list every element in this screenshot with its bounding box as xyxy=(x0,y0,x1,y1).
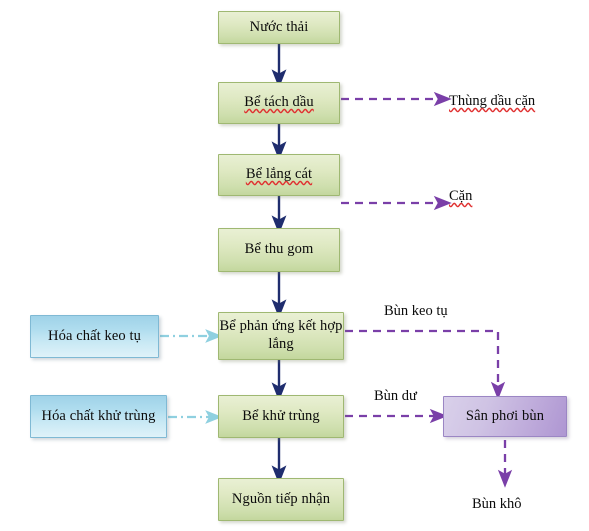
node-nguon-tiep-nhan[interactable]: Nguồn tiếp nhận xyxy=(218,478,344,521)
node-hoa-chat-keo-tu[interactable]: Hóa chất keo tụ xyxy=(30,315,159,358)
node-label: Bể lắng cát xyxy=(245,166,313,183)
edge-label-text: Thùng dầu cặn xyxy=(449,93,536,109)
edge-label-text: Bùn khô xyxy=(472,496,522,512)
node-be-lang-cat[interactable]: Bể lắng cát xyxy=(218,154,340,196)
node-label: Bể tách dầu xyxy=(244,94,314,111)
node-label: Bể phản ứng kết hợp lắng xyxy=(219,318,343,352)
node-label: Hóa chất khử trùng xyxy=(41,407,156,424)
node-label: Sân phơi bùn xyxy=(465,407,545,424)
edge-label-can: Cặn xyxy=(449,188,472,205)
edge-label-bun-keo-tu: Bùn keo tụ xyxy=(384,303,448,320)
node-label: Bể thu gom xyxy=(244,241,314,258)
node-label: Bể khử trùng xyxy=(242,407,320,424)
edge-label-bun-kho: Bùn khô xyxy=(472,496,522,513)
node-be-khu-trung[interactable]: Bể khử trùng xyxy=(218,395,344,438)
node-label: Nguồn tiếp nhận xyxy=(231,490,331,507)
node-be-tach-dau[interactable]: Bể tách dầu xyxy=(218,82,340,124)
node-san-phoi-bun[interactable]: Sân phơi bùn xyxy=(443,396,567,437)
edge-be-phan-ung-to-san-phoi-bun xyxy=(345,329,506,400)
edge-label-text: Bùn keo tụ xyxy=(384,303,448,319)
node-be-thu-gom[interactable]: Bể thu gom xyxy=(218,228,340,272)
edge-label-text: Bùn dư xyxy=(374,388,417,404)
process-flow-diagram: Nước thải Bể tách dầu Bể lắng cát Bể thu… xyxy=(0,0,589,531)
node-label: Nước thải xyxy=(249,18,309,35)
node-hoa-chat-khu-trung[interactable]: Hóa chất khử trùng xyxy=(30,395,167,438)
edge-label-thung-dau-can: Thùng dầu cặn xyxy=(449,93,535,110)
edge-label-text: Cặn xyxy=(449,188,473,204)
node-label: Hóa chất keo tụ xyxy=(48,327,141,344)
node-be-phan-ung-ket-hop-lang[interactable]: Bể phản ứng kết hợp lắng xyxy=(218,312,344,360)
node-nuoc-thai[interactable]: Nước thải xyxy=(218,11,340,44)
edge-label-bun-du: Bùn dư xyxy=(374,388,417,405)
